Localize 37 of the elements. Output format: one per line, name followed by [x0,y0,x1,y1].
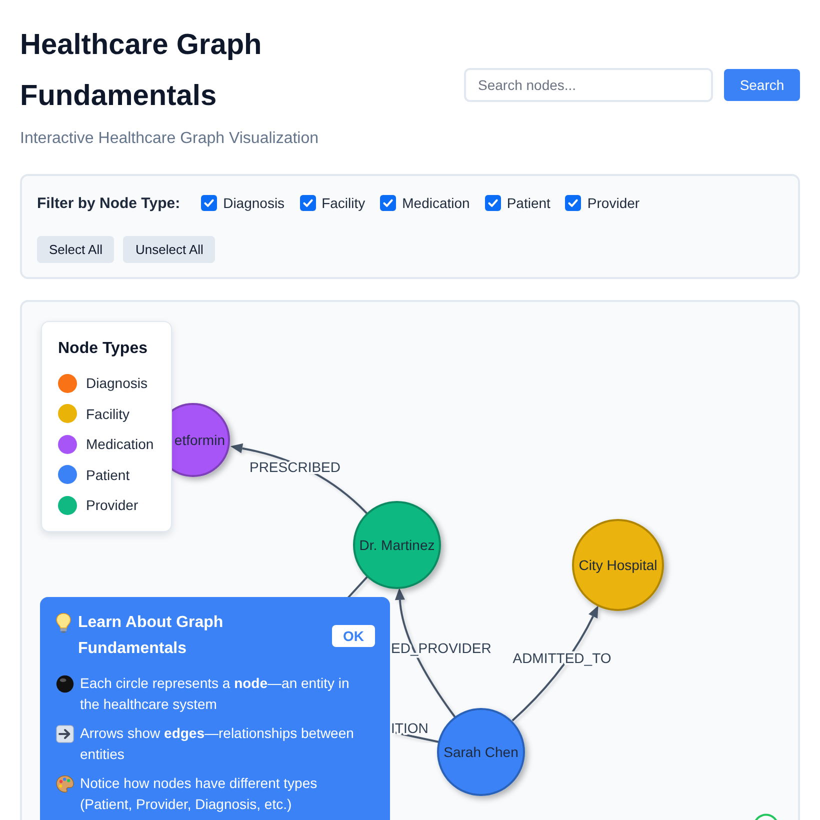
node-label: etformin [174,432,225,448]
select-all-button[interactable]: Select All [37,236,114,263]
checkbox-label[interactable]: Provider [587,195,640,211]
ok-button[interactable]: OK [332,625,375,647]
node-label: Dr. Martinez [359,537,435,553]
ring-icon [754,814,778,820]
legend-label: Patient [86,466,130,482]
node-label: Sarah Chen [444,744,518,760]
checkbox[interactable] [201,195,218,211]
legend-label: Facility [86,406,130,422]
search-field[interactable]: Search nodes... [464,68,713,102]
unselect-all-button[interactable]: Unselect All [123,236,216,263]
legend-label: Provider [86,497,138,513]
edge-label: ITION [391,720,428,736]
checkbox[interactable] [565,195,582,211]
tip-text: Arrows show edges—relationships between entities [80,724,355,764]
lightbulb-icon [56,613,71,633]
page-subtitle: Interactive Healthcare Graph Visualization [20,129,320,149]
checkbox-label[interactable]: Medication [402,195,470,211]
legend-label: Diagnosis [86,375,148,391]
tip-text: Notice how nodes have different types (Patient, Provider, Diagnosis, etc.) [80,774,318,814]
checkbox-label[interactable]: Diagnosis [223,195,285,211]
circle-icon [56,674,74,692]
filter-label: Filter by Node Type: [37,194,180,212]
checkbox-label[interactable]: Patient [506,195,550,211]
checkbox[interactable] [300,195,316,211]
node-label: City Hospital [578,557,658,573]
tip-text: Each circle represents a node—an entity in the healthcare system [80,674,350,714]
palette-icon [56,774,74,792]
checkbox[interactable] [484,195,501,211]
tip-title: Learn About Graph Fundamentals [78,613,224,659]
search-button[interactable]: Search [724,69,800,101]
checkbox-label[interactable]: Facility [322,195,366,211]
legend-label: Medication [86,436,154,452]
checkbox[interactable] [380,195,396,211]
page-title: Healthcare Graph Fundamentals [20,28,263,114]
legend-title: Node Types [58,339,148,359]
